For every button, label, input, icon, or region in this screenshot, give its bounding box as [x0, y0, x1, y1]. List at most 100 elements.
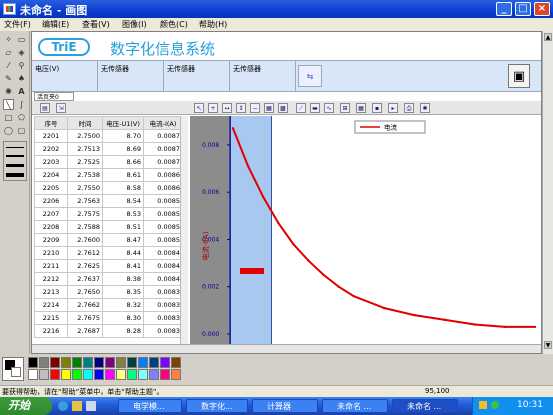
free-select-icon[interactable]: ✧: [3, 34, 14, 45]
table-cell[interactable]: 2212: [34, 272, 68, 286]
palette-color-swatch[interactable]: [138, 369, 148, 380]
table-cell[interactable]: 8.61: [102, 168, 144, 182]
line-width-3[interactable]: [6, 164, 24, 167]
table-cell[interactable]: 2213: [34, 285, 68, 299]
scroll-up-icon[interactable]: ▲: [544, 33, 552, 41]
table-cell[interactable]: 2.7575: [67, 207, 103, 221]
palette-color-swatch[interactable]: [72, 369, 82, 380]
line-tool-icon[interactable]: ╲: [3, 99, 14, 110]
table-cell[interactable]: 0.0085: [143, 207, 183, 221]
palette-color-swatch[interactable]: [39, 369, 49, 380]
table-cell[interactable]: 0.0083: [143, 324, 183, 338]
palette-color-swatch[interactable]: [127, 369, 137, 380]
menu-image[interactable]: 图像(I): [122, 19, 147, 30]
palette-color-swatch[interactable]: [39, 357, 49, 368]
sensor-slot-1[interactable]: 电压(V): [32, 61, 98, 91]
line-width-2[interactable]: [6, 155, 24, 157]
sensor-slot-3[interactable]: 无传感器: [164, 61, 230, 91]
table-view-icon[interactable]: ▤: [40, 103, 50, 113]
menu-help[interactable]: 帮助(H): [199, 19, 227, 30]
zoom-in-icon[interactable]: +: [208, 103, 218, 113]
app-bottom-scroll[interactable]: [32, 344, 541, 353]
palette-color-swatch[interactable]: [149, 357, 159, 368]
table-row[interactable]: 2201 2.7500 8.70 0.0087: [34, 129, 183, 143]
table-row[interactable]: 2205 2.7550 8.58 0.0086: [34, 181, 183, 195]
export-icon[interactable]: ⇲: [56, 103, 66, 113]
rounded-rect-tool-icon[interactable]: ▢: [16, 125, 27, 136]
sensor-slot-4[interactable]: 无传感器: [230, 61, 296, 91]
task-button[interactable]: 未命名 ...: [392, 399, 458, 413]
line-width-4[interactable]: [6, 173, 24, 177]
pointer-icon[interactable]: ↖: [194, 103, 204, 113]
table-row[interactable]: 2209 2.7600 8.47 0.0085: [34, 233, 183, 247]
col-header-index[interactable]: 序号: [34, 116, 68, 130]
table-scrollbar[interactable]: [180, 116, 188, 344]
table-cell[interactable]: 0.0087: [143, 129, 183, 143]
grid-icon[interactable]: ▩: [278, 103, 288, 113]
text-tool-icon[interactable]: A: [16, 86, 27, 97]
color-picker-icon[interactable]: ⁄: [3, 60, 14, 71]
table-cell[interactable]: 2.7525: [67, 155, 103, 169]
eraser-icon[interactable]: ▱: [3, 47, 14, 58]
connect-icon[interactable]: ⇆: [298, 65, 322, 87]
brush-icon[interactable]: ♠: [16, 73, 27, 84]
table-cell[interactable]: 0.0084: [143, 246, 183, 260]
col-header-voltage[interactable]: 电压-U1(V): [102, 116, 144, 130]
task-button[interactable]: 计算器: [252, 399, 318, 413]
palette-color-swatch[interactable]: [171, 357, 181, 368]
palette-color-swatch[interactable]: [28, 369, 38, 380]
rectangle-tool-icon[interactable]: □: [3, 112, 14, 123]
table-row[interactable]: 2204 2.7538 8.61 0.0086: [34, 168, 183, 182]
table-cell[interactable]: 8.32: [102, 298, 144, 312]
table-cell[interactable]: 8.53: [102, 207, 144, 221]
table-cell[interactable]: 8.58: [102, 181, 144, 195]
palette-color-swatch[interactable]: [105, 369, 115, 380]
palette-color-swatch[interactable]: [160, 357, 170, 368]
palette-color-swatch[interactable]: [83, 369, 93, 380]
magnifier-icon[interactable]: ⚲: [16, 60, 27, 71]
table-cell[interactable]: 0.0085: [143, 220, 183, 234]
palette-color-swatch[interactable]: [138, 357, 148, 368]
tab-binder[interactable]: 活页夹0: [34, 92, 74, 101]
palette-color-swatch[interactable]: [149, 369, 159, 380]
table-row[interactable]: 2214 2.7662 8.32 0.0083: [34, 298, 183, 312]
pencil-icon[interactable]: ✎: [3, 73, 14, 84]
table-cell[interactable]: 2.7675: [67, 311, 103, 325]
start-button[interactable]: 开始: [0, 397, 52, 415]
minimize-button[interactable]: _: [496, 2, 512, 16]
table-cell[interactable]: 2.7662: [67, 298, 103, 312]
table-cell[interactable]: 2201: [34, 129, 68, 143]
table-cell[interactable]: 2.7550: [67, 181, 103, 195]
background-color[interactable]: [11, 367, 21, 377]
ie-icon[interactable]: [58, 401, 68, 411]
table-cell[interactable]: 2215: [34, 311, 68, 325]
title-bar[interactable]: 未命名 - 画图 _ □ ×: [0, 0, 553, 18]
palette-color-swatch[interactable]: [116, 369, 126, 380]
palette-color-swatch[interactable]: [171, 369, 181, 380]
table-cell[interactable]: 0.0087: [143, 155, 183, 169]
table-cell[interactable]: 2205: [34, 181, 68, 195]
table-cell[interactable]: 8.35: [102, 285, 144, 299]
table-cell[interactable]: 8.51: [102, 220, 144, 234]
settings-icon[interactable]: ✱: [420, 103, 430, 113]
col-header-current[interactable]: 电流-I(A): [143, 116, 183, 130]
zoom-y-icon[interactable]: ↕: [236, 103, 246, 113]
table-cell[interactable]: 2216: [34, 324, 68, 338]
table-cell[interactable]: 2214: [34, 298, 68, 312]
table-cell[interactable]: 8.69: [102, 142, 144, 156]
print-icon[interactable]: ⎙: [404, 103, 414, 113]
table-cell[interactable]: 2.7687: [67, 324, 103, 338]
table-cell[interactable]: 8.30: [102, 311, 144, 325]
table-cell[interactable]: 0.0086: [143, 168, 183, 182]
table-cell[interactable]: 2.7612: [67, 246, 103, 260]
table-row[interactable]: 2213 2.7650 8.35 0.0083: [34, 285, 183, 299]
line-width-selector[interactable]: [3, 141, 27, 181]
menu-colors[interactable]: 颜色(C): [160, 19, 188, 30]
palette-color-swatch[interactable]: [61, 357, 71, 368]
table-icon[interactable]: ▦: [356, 103, 366, 113]
table-cell[interactable]: 2.7513: [67, 142, 103, 156]
table-cell[interactable]: 8.44: [102, 246, 144, 260]
palette-color-swatch[interactable]: [61, 369, 71, 380]
save-icon[interactable]: ▪: [372, 103, 382, 113]
table-cell[interactable]: 2209: [34, 233, 68, 247]
